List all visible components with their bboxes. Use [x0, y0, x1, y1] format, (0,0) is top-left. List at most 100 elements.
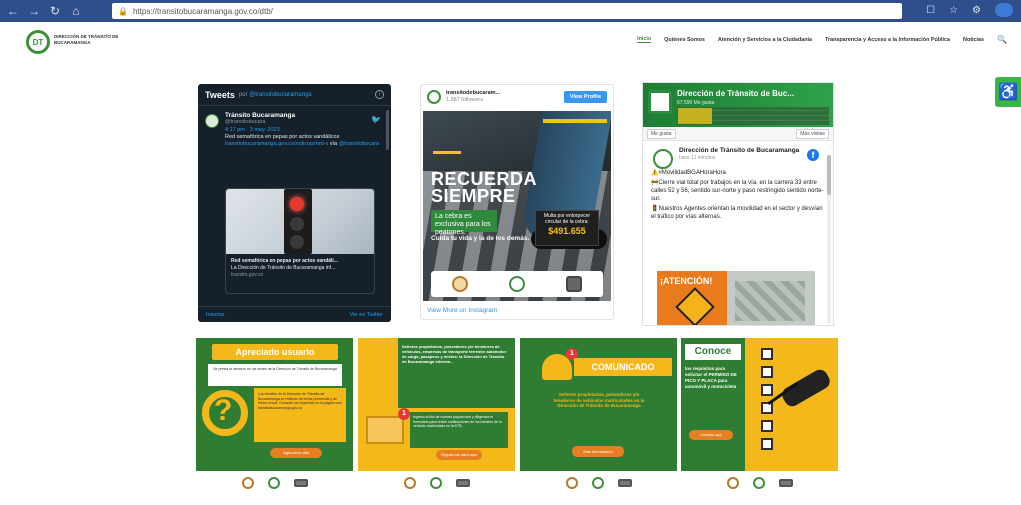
banner-button[interactable]: Más información [572, 446, 624, 457]
banner-body: Los trámites de la Dirección de Tránsito… [254, 388, 346, 442]
view-on-twitter-link[interactable]: Ver en Twitter [349, 312, 383, 318]
envelope-icon [366, 416, 404, 444]
banner-pico-y-placa[interactable]: Conoce los requisitos para solicitar el … [681, 338, 838, 495]
avatar[interactable] [653, 149, 673, 169]
facebook-actions: Me gusta Más visitas [643, 127, 833, 141]
fine-box: Multa por entorpecer circular de la cebr… [535, 210, 599, 246]
twitter-by-link[interactable]: @transitobucaramanga [249, 92, 311, 98]
post-green-box: La cebra es exclusiva para los peatones. [431, 210, 497, 236]
tweet-link[interactable]: transitobucaramanga.gov.co/noticias/red-… [225, 141, 328, 147]
banner-text: Señores propietarios, poseedores y/o ten… [402, 344, 507, 364]
view-profile-button[interactable]: View Profile [563, 91, 607, 103]
banner-body: Ingresa al link de nuestra página web y … [410, 412, 508, 448]
post-text: ⚠️#MovilidadBGAHoraHora 🚧Cierre vial tot… [651, 170, 824, 220]
tweet-via-link[interactable]: @transitobucara [339, 141, 379, 147]
post-author[interactable]: Dirección de Tránsito de Bucaramanga [679, 147, 825, 155]
post-time[interactable]: hace 11 minutos [679, 155, 825, 161]
facebook-page-title[interactable]: Dirección de Tránsito de Buc... [677, 89, 794, 98]
search-icon[interactable]: 🔍 [997, 35, 1007, 44]
tweet-link-card[interactable]: Red semafórica en pepas por actos vandál… [225, 188, 375, 294]
twitter-footer: Insertar Ver en Twitter [198, 306, 391, 322]
avatar[interactable] [205, 114, 219, 128]
nav-item-atencion[interactable]: Atención y Servicios a la Ciudadanía [718, 37, 812, 43]
institution-logos [431, 271, 603, 297]
banner-button[interactable]: Registra tus datos aquí [436, 450, 482, 460]
tweet-text: Red semafórica en pepas por actos vandál… [225, 134, 380, 147]
address-bar[interactable]: 🔒 https://transitobucaramanga.gov.co/dtb… [112, 3, 902, 19]
tweet-handle[interactable]: @transitobucara [225, 119, 384, 125]
like-page-button[interactable]: Me gusta [647, 128, 676, 139]
profile-icon[interactable] [995, 3, 1013, 17]
twitter-title: Tweets [205, 89, 235, 100]
banner-title: Apreciado usuario [212, 344, 338, 360]
notification-badge: 1 [398, 408, 410, 420]
facebook-scrollbar[interactable] [827, 155, 831, 323]
facebook-cover[interactable]: Dirección de Tránsito de Buc... 67.590 M… [643, 83, 833, 127]
info-icon[interactable]: i [375, 90, 384, 99]
tweet[interactable]: 🐦 Tránsito Bucaramanga @transitobucara 4… [198, 106, 391, 154]
facebook-widget: Dirección de Tránsito de Buc... 67.590 M… [642, 82, 834, 326]
banner-text: los requisitos para solicitar el PERMISO… [685, 366, 737, 389]
bookmark-icon[interactable]: ☆ [949, 5, 958, 16]
banner-comunicado[interactable]: 1 COMUNICADO Señores propietarios, posee… [520, 338, 677, 495]
banner-apreciado-usuario[interactable]: Apreciado usuario Se presta la atención … [196, 338, 353, 495]
facebook-post: f Dirección de Tránsito de Bucaramanga h… [643, 141, 833, 229]
card-text: Red semafórica en pepas por actos vandál… [231, 258, 338, 278]
image-label: ¡ATENCIÓN! [660, 276, 713, 286]
fine-amount: $491.655 [548, 226, 586, 236]
site-header: DT DIRECCIÓN DE TRÁNSITO DE BUCARAMANGA … [0, 22, 1021, 62]
twitter-bird-icon[interactable]: 🐦 [371, 115, 381, 124]
post-image[interactable]: ¡ATENCIÓN! [657, 271, 815, 325]
banner-box: Se presta la atención en las sedes de la… [208, 364, 342, 386]
home-icon[interactable]: ⌂ [68, 3, 84, 19]
traffic-light-image [226, 189, 374, 254]
url-text: https://transitobucaramanga.gov.co/dtb/ [132, 6, 273, 16]
twitter-widget: Tweets por @transitobucaramanga i 🐦 Trán… [198, 84, 391, 322]
nav-item-inicio[interactable]: Inicio [637, 36, 652, 43]
question-icon: ? [214, 394, 233, 427]
banner-footer-logos [196, 471, 353, 495]
facebook-likes: 67.590 Me gusta [677, 100, 715, 106]
post-title: RECUERDA SIEMPRE [431, 169, 538, 206]
forward-icon[interactable]: → [26, 3, 42, 19]
nav-item-transparencia[interactable]: Transparencia y Acceso a la Información … [825, 37, 950, 43]
reload-icon[interactable]: ↻ [47, 3, 63, 19]
instagram-post[interactable]: RECUERDA SIEMPRE La cebra es exclusiva pa… [423, 111, 611, 301]
facebook-icon[interactable]: f [807, 149, 819, 161]
crest-icon [451, 276, 468, 292]
banner-button[interactable]: Agenda tu cita [270, 448, 322, 458]
twitter-header: Tweets por @transitobucaramanga i [198, 84, 391, 106]
banner-footer-logos [358, 471, 515, 495]
browser-toolbar: ← → ↻ ⌂ 🔒 https://transitobucaramanga.go… [0, 0, 1021, 22]
twitter-by: por @transitobucaramanga [238, 91, 312, 98]
view-more-instagram-link[interactable]: View More on Instagram [427, 307, 497, 314]
more-button[interactable]: Más visitas [796, 128, 829, 139]
main-nav: Inicio Quiénes Somos Atención y Servicio… [637, 35, 1007, 44]
tab-icon[interactable]: ☐ [926, 5, 935, 16]
extensions-icon[interactable]: ⚙ [972, 5, 981, 16]
tweet-author[interactable]: Tránsito Bucaramanga [225, 112, 384, 119]
instagram-followers: 1.587 followers [446, 97, 483, 103]
post-subtitle: Cuida tu vida y la de los demás. [431, 235, 530, 242]
banner-button[interactable]: Consulta aquí [689, 430, 733, 440]
embed-link[interactable]: Insertar [206, 312, 225, 318]
page-logo-icon [648, 90, 672, 114]
banner-title: Conoce [685, 344, 741, 360]
lock-icon: 🔒 [118, 6, 128, 16]
partner-logo-icon [566, 276, 583, 292]
banner-text: Señores propietarios, poseedores y/o ten… [553, 392, 645, 408]
back-icon[interactable]: ← [5, 3, 21, 19]
site-logo-icon[interactable]: DT [26, 30, 50, 54]
banner-registro[interactable]: Señores propietarios, poseedores y/o ten… [358, 338, 515, 495]
avatar[interactable] [427, 90, 441, 104]
instagram-widget: transitodebucaram... 1.587 followers Vie… [420, 84, 614, 320]
tweet-date[interactable]: 4:17 pm · 3 may. 2023 [225, 127, 384, 133]
site-logo-text: DIRECCIÓN DE TRÁNSITO DE BUCARAMANGA [54, 34, 119, 45]
banner-footer-logos [681, 471, 838, 495]
twitter-scrollbar[interactable] [386, 110, 389, 150]
dtb-logo-icon [508, 276, 525, 292]
nav-item-noticias[interactable]: Noticias [963, 37, 984, 43]
instagram-account[interactable]: transitodebucaram... [446, 90, 500, 97]
nav-item-quienes-somos[interactable]: Quiénes Somos [664, 37, 705, 43]
accessibility-icon[interactable]: ♿ [995, 77, 1021, 107]
